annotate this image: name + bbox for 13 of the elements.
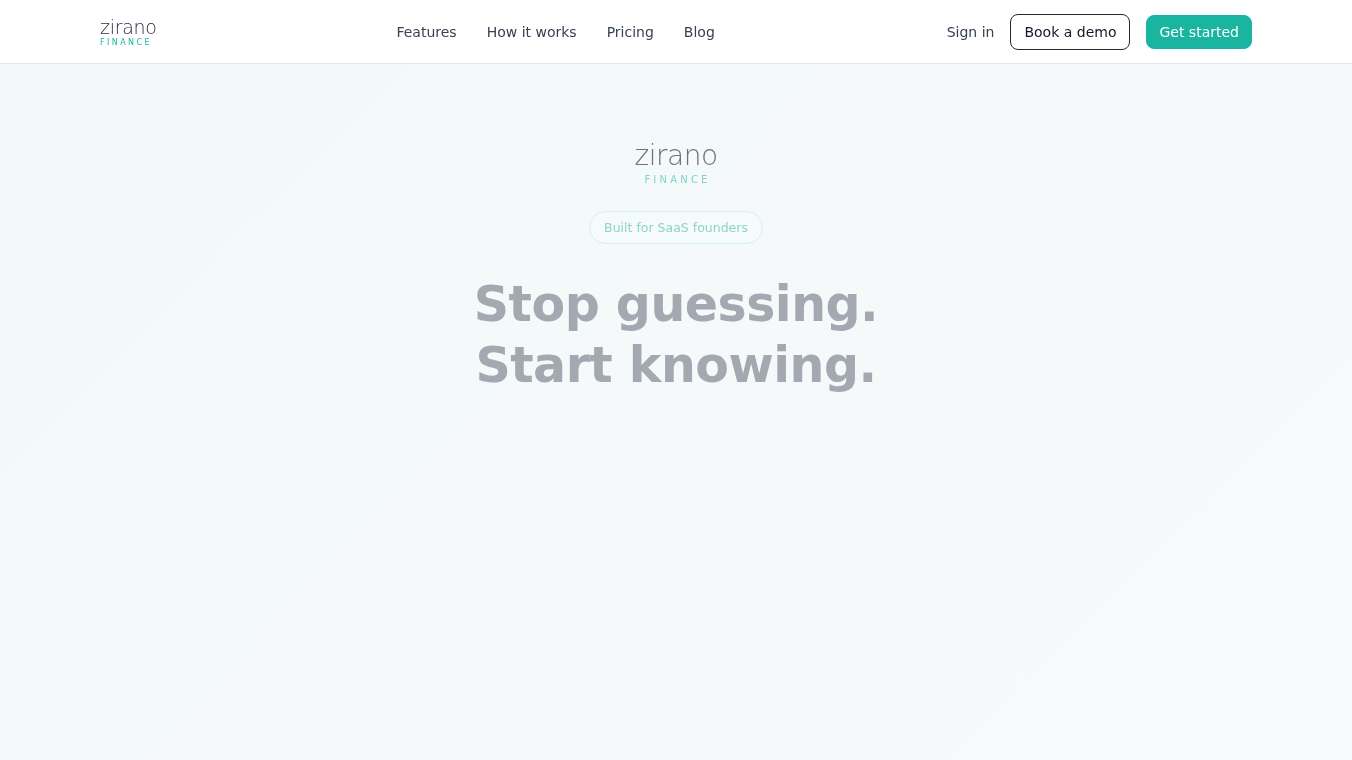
nav-link[interactable]: Pricing bbox=[606, 23, 654, 40]
logo-tagline: FINANCE bbox=[100, 38, 152, 48]
sign-in-link[interactable]: Sign in bbox=[946, 23, 995, 40]
hero-badge: Built for SaaS founders bbox=[589, 211, 763, 244]
book-demo-button[interactable]: Book a demo bbox=[1010, 13, 1131, 50]
logo-wordmark: zirano bbox=[634, 140, 718, 172]
logo-tagline: FINANCE bbox=[644, 174, 711, 186]
headline-line: Stop guessing. bbox=[473, 275, 879, 335]
nav-link[interactable]: Features bbox=[396, 23, 457, 40]
nav-link[interactable]: Blog bbox=[683, 23, 715, 40]
nav-link[interactable]: How it works bbox=[486, 23, 577, 40]
logo-wordmark: zirano bbox=[100, 17, 157, 37]
headline-line: Start knowing. bbox=[475, 336, 877, 396]
